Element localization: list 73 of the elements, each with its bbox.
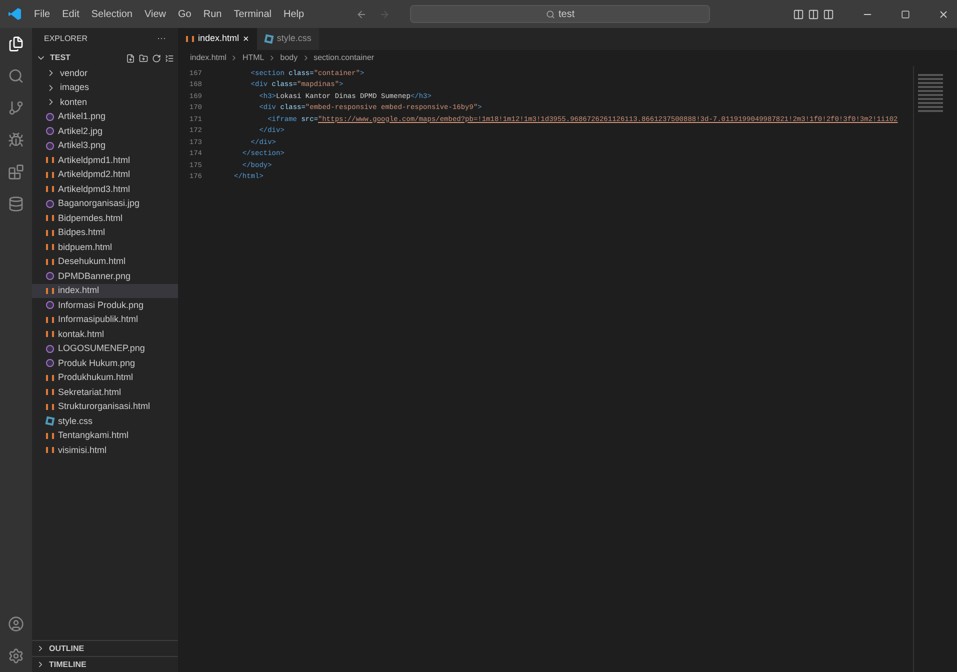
refresh-icon[interactable]	[152, 54, 161, 62]
explorer-row[interactable]: bidpuem.html	[32, 240, 178, 254]
new-file-icon[interactable]	[126, 54, 135, 62]
image-file-icon	[46, 200, 54, 208]
explorer-row[interactable]: Sekretariat.html	[32, 385, 178, 400]
new-folder-icon[interactable]	[139, 54, 148, 62]
extensions-icon[interactable]	[8, 164, 24, 180]
explorer-row[interactable]: Artikel2.jpg	[32, 124, 178, 138]
menu-item[interactable]: Help	[284, 6, 304, 22]
explorer-row[interactable]: kontak.html	[32, 327, 178, 342]
layout-icon[interactable]	[793, 8, 804, 20]
files-icon[interactable]	[8, 36, 24, 52]
explorer-row[interactable]: Strukturorganisasi.html	[32, 400, 178, 414]
menu-item[interactable]: View	[144, 6, 166, 22]
html-file-icon	[186, 36, 194, 42]
back-icon[interactable]	[356, 8, 368, 20]
image-file-icon	[46, 272, 54, 280]
editor-tab[interactable]: style.css	[256, 28, 320, 50]
explorer-row[interactable]: konten	[32, 95, 178, 110]
menu-item[interactable]: Terminal	[234, 6, 272, 22]
search-field[interactable]: test	[410, 5, 710, 23]
menu-item[interactable]: Run	[203, 6, 222, 22]
explorer-row[interactable]: Bidpes.html	[32, 226, 178, 240]
account-icon[interactable]	[8, 616, 24, 632]
app-logo-icon	[8, 7, 22, 21]
more-actions[interactable]: ···	[157, 32, 166, 46]
menu-item[interactable]: Selection	[91, 6, 132, 22]
branch-icon[interactable]	[8, 100, 24, 116]
explorer-row[interactable]: Produkhukum.html	[32, 370, 178, 385]
html-file-icon	[46, 288, 54, 294]
collapse-icon[interactable]	[165, 54, 174, 62]
menu-item[interactable]: Go	[178, 6, 192, 22]
explorer-row[interactable]: Artikeldpmd2.html	[32, 168, 178, 182]
panel-header[interactable]: TIMELINE	[49, 658, 86, 670]
explorer-row[interactable]: Tentangkami.html	[32, 428, 178, 443]
explorer-row[interactable]: Informasi Produk.png	[32, 298, 178, 312]
bug-icon[interactable]	[8, 132, 24, 148]
explorer-row[interactable]: Baganorganisasi.jpg	[32, 196, 178, 211]
explorer-row[interactable]: Artikeldpmd1.html	[32, 153, 178, 168]
explorer-row[interactable]: LOGOSUMENEP.png	[32, 342, 178, 356]
explorer-row[interactable]: Informasipublik.html	[32, 312, 178, 327]
explorer-row[interactable]: Produk Hukum.png	[32, 356, 178, 370]
tab-close[interactable]: ×	[243, 32, 249, 46]
menu-item[interactable]: Edit	[62, 6, 80, 22]
folder-title[interactable]: TEST	[50, 52, 70, 64]
menu-item[interactable]: File	[34, 6, 50, 22]
explorer-row[interactable]: index.html	[32, 284, 178, 298]
settings-icon[interactable]	[8, 648, 24, 664]
explorer-row[interactable]: Artikeldpmd3.html	[32, 182, 178, 196]
layout-icon[interactable]	[823, 8, 834, 20]
explorer-row[interactable]: style.css	[32, 414, 178, 428]
explorer-row[interactable]: vendor	[32, 66, 178, 80]
breadcrumb-item[interactable]: index.html	[190, 52, 226, 64]
explorer-row[interactable]: visimisi.html	[32, 443, 178, 458]
breadcrumb-item[interactable]: HTML	[242, 52, 264, 64]
maximize-icon[interactable]	[901, 10, 910, 18]
panel-header[interactable]: OUTLINE	[49, 642, 84, 654]
explorer-row[interactable]: Desehukum.html	[32, 254, 178, 269]
close-icon[interactable]	[938, 8, 949, 20]
layout-icon[interactable]	[808, 8, 819, 20]
explorer-row[interactable]: images	[32, 80, 178, 95]
editor-tab[interactable]: index.html ×	[178, 28, 257, 50]
breadcrumb-item[interactable]: body	[280, 52, 298, 64]
breadcrumb-item[interactable]: section.container	[314, 52, 374, 64]
explorer-row[interactable]: Artikel3.png	[32, 138, 178, 153]
search-icon[interactable]	[8, 68, 24, 84]
explorer-row[interactable]: Artikel1.png	[32, 110, 178, 124]
image-file-icon	[46, 301, 54, 310]
sidebar-title: EXPLORER	[44, 33, 88, 45]
database-icon[interactable]	[8, 196, 24, 212]
explorer-row[interactable]: Bidpemdes.html	[32, 211, 178, 226]
explorer-row[interactable]: DPMDBanner.png	[32, 269, 178, 284]
search-icon	[546, 10, 555, 18]
